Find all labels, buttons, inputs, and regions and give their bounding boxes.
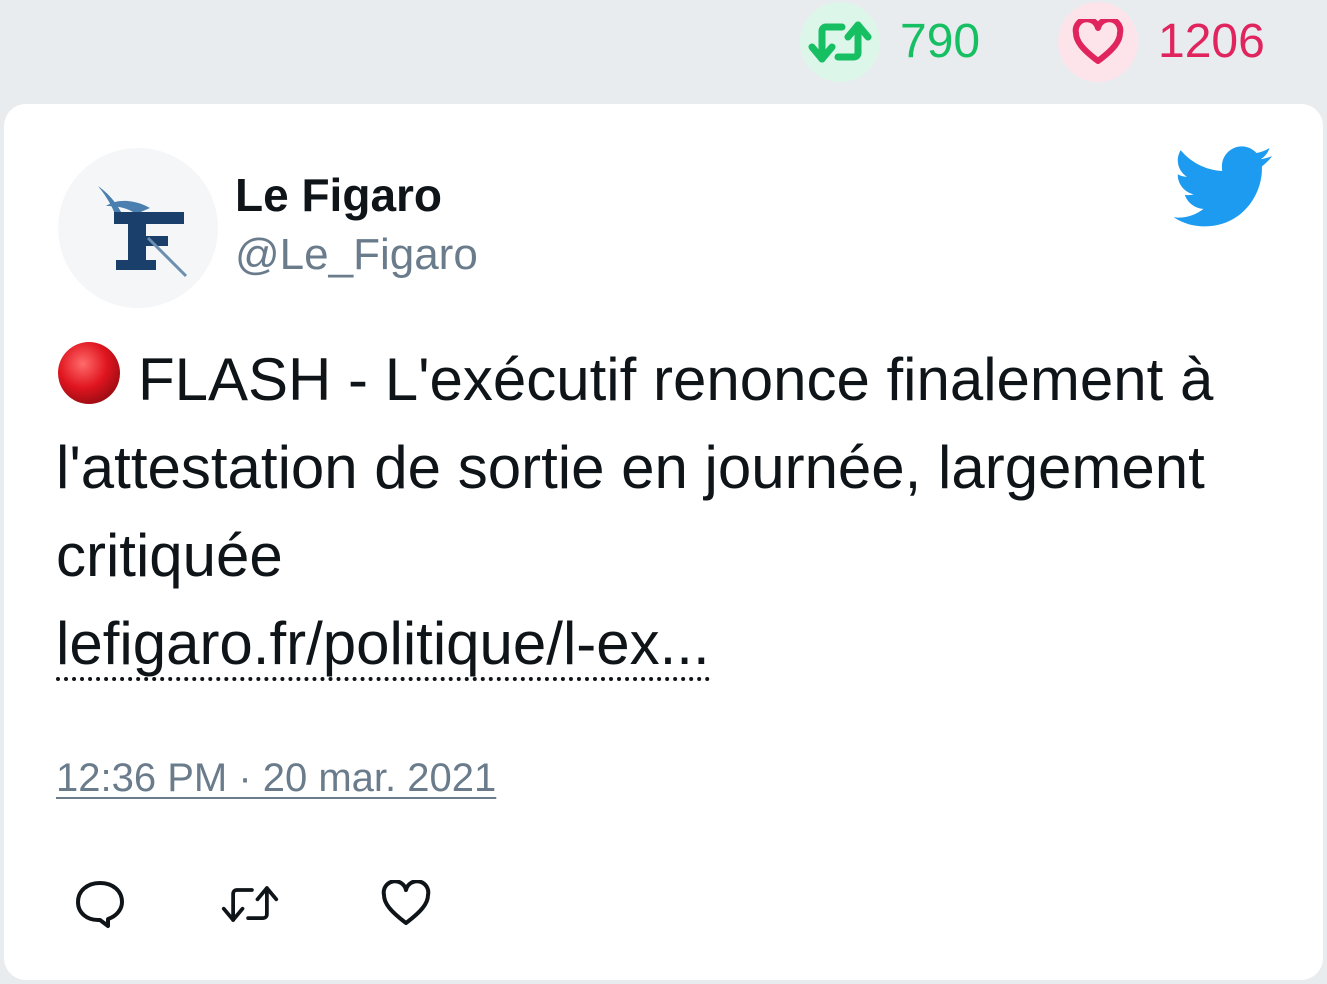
author-name[interactable]: Le Figaro [235, 168, 442, 222]
retweet-icon [221, 886, 279, 922]
heart-stat-icon [1058, 2, 1138, 82]
tweet-actions [4, 874, 604, 934]
avatar[interactable] [58, 148, 218, 308]
tweet-card: Le Figaro @Le_Figaro FLASH - L'exécutif … [4, 104, 1323, 980]
red-circle-icon [58, 342, 120, 404]
retweet-button[interactable] [220, 874, 280, 934]
tweet-timestamp[interactable]: 12:36 PM · 20 mar. 2021 [56, 756, 496, 801]
like-button[interactable] [376, 874, 436, 934]
like-count: 1206 [1158, 15, 1265, 68]
heart-icon [381, 880, 431, 925]
retweet-stat-icon [800, 2, 880, 82]
tweet-body: FLASH - L'exécutif renonce finalement à … [56, 346, 1214, 589]
retweet-stat[interactable]: 790 [800, 2, 980, 82]
twitter-bird-icon[interactable] [1173, 146, 1274, 233]
retweet-count: 790 [900, 15, 981, 68]
tweet-link[interactable]: lefigaro.fr/politique/l-ex... [56, 610, 710, 681]
reply-icon [76, 881, 124, 928]
stats-bar: 790 1206 [0, 0, 1327, 104]
reply-button[interactable] [70, 874, 130, 934]
like-stat[interactable]: 1206 [1058, 2, 1265, 82]
le-figaro-logo-icon [98, 186, 188, 278]
tweet-text: FLASH - L'exécutif renonce finalement à … [56, 336, 1256, 688]
author-handle[interactable]: @Le_Figaro [235, 230, 478, 280]
